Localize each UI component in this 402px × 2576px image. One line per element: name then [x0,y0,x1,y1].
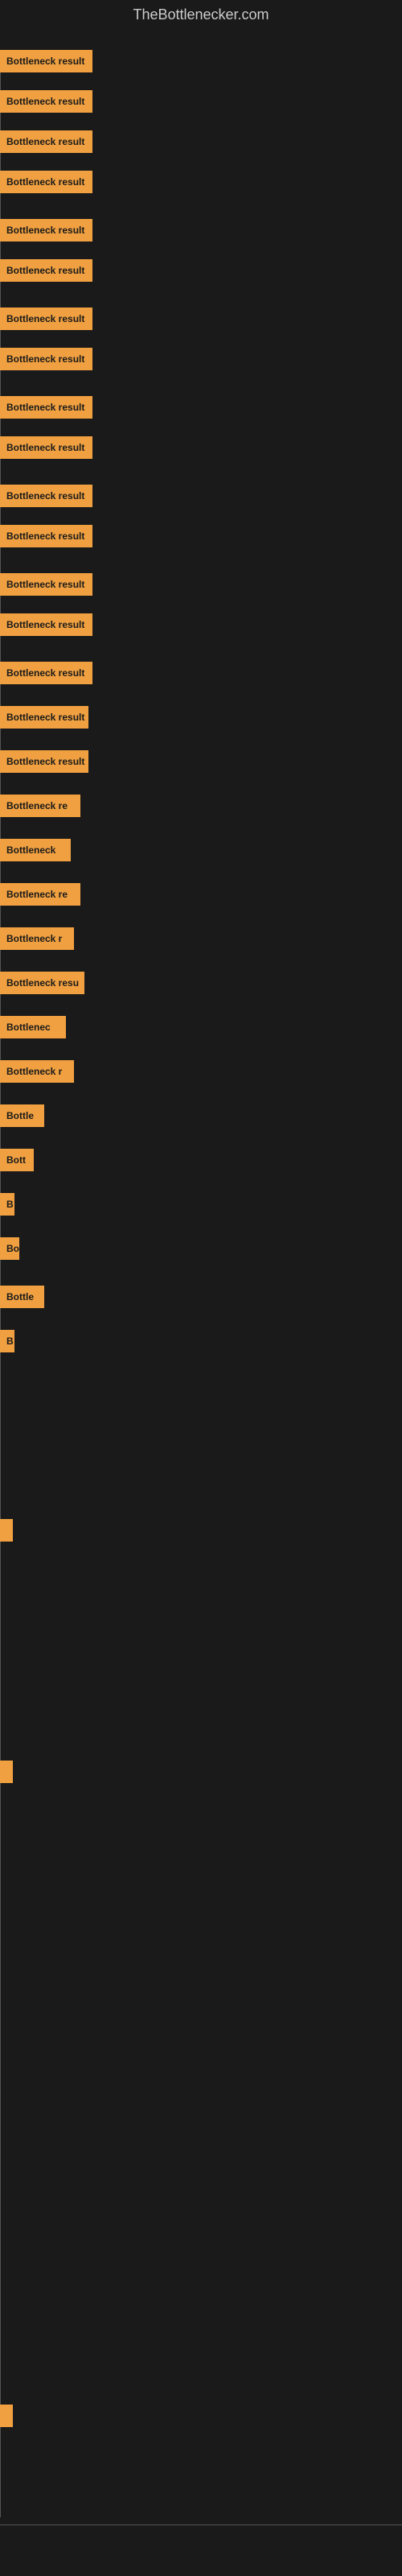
bar-item: Bottleneck result [0,90,92,113]
bar-item: Bottleneck result [0,219,92,242]
bar-item: Bottleneck resu [0,972,84,994]
bar-item: Bottleneck r [0,1060,74,1083]
site-title: TheBottlenecker.com [0,0,402,30]
bar-label: Bottleneck result [0,573,92,596]
bar-item: Bottleneck result [0,308,92,330]
bar-item: Bott [0,1149,34,1171]
bar-label: Bottleneck r [0,927,74,950]
bar-label: Bottleneck result [0,90,92,113]
bar-label: Bottleneck re [0,795,80,817]
bar-label [0,2405,13,2427]
bar-item [0,1519,13,1542]
bar-label: Bottleneck re [0,883,80,906]
bar-item [0,1761,13,1783]
bar-item: Bottleneck r [0,927,74,950]
bar-label [0,1519,13,1542]
bar-label: Bottleneck [0,839,71,861]
bar-label: Bottleneck result [0,706,88,729]
bar-item: Bottleneck result [0,613,92,636]
bar-item: B [0,1330,14,1352]
bar-label: Bottle [0,1104,44,1127]
bar-item: Bottleneck result [0,485,92,507]
bar-item: Bottleneck result [0,436,92,459]
bar-label: Bottleneck resu [0,972,84,994]
bar-label: Bottleneck result [0,662,92,684]
bottom-axis [0,2524,402,2525]
bar-label: Bottleneck result [0,308,92,330]
bar-item: Bottleneck result [0,348,92,370]
bar-label: Bottleneck result [0,436,92,459]
bar-item: Bottleneck re [0,795,80,817]
bar-label: Bottleneck result [0,259,92,282]
bar-item: Bottleneck result [0,573,92,596]
bar-item: Bottleneck result [0,130,92,153]
bar-label [0,1761,13,1783]
bar-label: Bottleneck result [0,525,92,547]
bar-label: Bottle [0,1286,44,1308]
bar-label: Bottleneck result [0,750,88,773]
bar-label: Bottleneck result [0,396,92,419]
bar-item: Bottleneck result [0,50,92,72]
bar-label: Bottleneck result [0,485,92,507]
bar-label: B [0,1330,14,1352]
bar-label: B [0,1193,14,1216]
bar-label: Bottleneck result [0,171,92,193]
bar-item: Bottleneck result [0,706,88,729]
bar-label: Bottleneck r [0,1060,74,1083]
bar-item: Bottleneck result [0,662,92,684]
bar-item: Bottlenec [0,1016,66,1038]
bar-label: Bott [0,1149,34,1171]
bar-item: Bottleneck result [0,750,88,773]
chart-area: Bottleneck result Bottleneck result Bottle… [0,30,402,2566]
bar-item: Bottleneck result [0,171,92,193]
bar-item: B [0,1193,14,1216]
bar-item: Bottleneck result [0,396,92,419]
bar-item [0,2405,13,2427]
bar-label: Bottleneck result [0,130,92,153]
bar-label: Bottlenec [0,1016,66,1038]
bar-item: Bottleneck result [0,259,92,282]
bar-label: Bo [0,1237,19,1260]
bar-item: Bottleneck [0,839,71,861]
bar-item: Bottle [0,1104,44,1127]
bar-label: Bottleneck result [0,219,92,242]
bar-item: Bottle [0,1286,44,1308]
bar-item: Bottleneck result [0,525,92,547]
bar-item: Bottleneck re [0,883,80,906]
bar-label: Bottleneck result [0,348,92,370]
bar-label: Bottleneck result [0,50,92,72]
bar-label: Bottleneck result [0,613,92,636]
bar-item: Bo [0,1237,19,1260]
